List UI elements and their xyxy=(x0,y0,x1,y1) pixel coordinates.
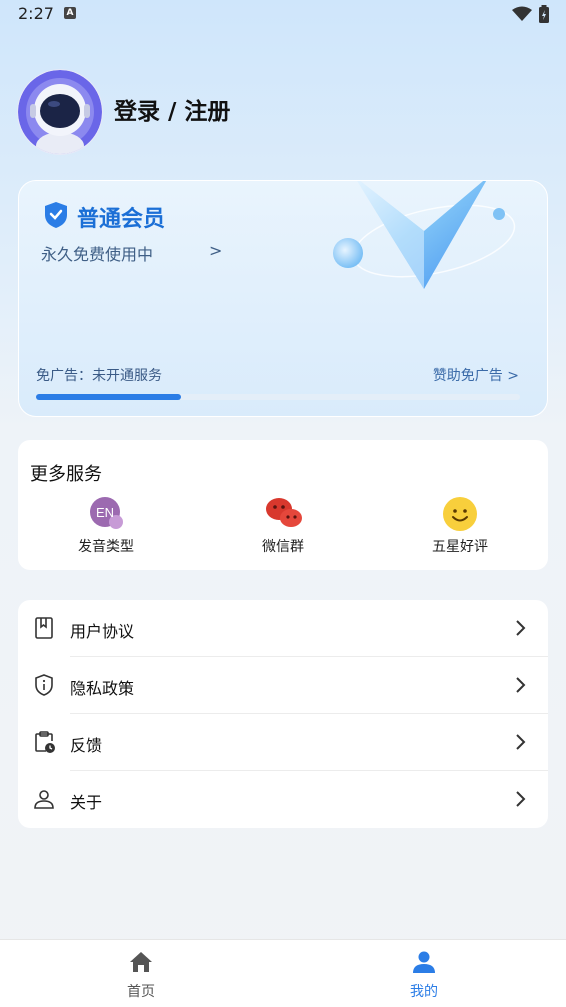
progress-fill xyxy=(36,394,182,400)
profile-header[interactable]: 登录 / 注册 xyxy=(18,70,558,156)
service-label: 发音类型 xyxy=(78,539,134,555)
membership-card[interactable]: 普通会员 永久免费使用中 > 免广告：未开通服务 赞助免广告 > xyxy=(18,180,548,417)
person-outline-icon xyxy=(34,790,54,809)
service-five-star-rating[interactable]: 五星好评 xyxy=(400,496,520,556)
login-register-link[interactable]: 登录 / 注册 xyxy=(114,92,230,126)
menu-user-agreement[interactable]: 用户协议 xyxy=(18,600,548,657)
wechat-chat-icon xyxy=(265,496,302,532)
vip-shield-icon xyxy=(45,202,67,228)
pronunciation-en-icon: EN xyxy=(88,496,124,532)
service-label: 五星好评 xyxy=(432,539,488,555)
wifi-icon xyxy=(512,6,532,21)
menu-privacy-policy[interactable]: 隐私政策 xyxy=(18,657,548,714)
menu-label: 用户协议 xyxy=(70,622,135,641)
tab-label: 我的 xyxy=(410,984,438,1000)
sponsor-ad-free-link[interactable]: 赞助免广告 > xyxy=(433,365,519,385)
v-logo-decoration-icon xyxy=(333,181,516,289)
home-icon xyxy=(130,952,152,972)
bookmark-book-icon xyxy=(35,617,53,639)
more-services-card: 更多服务 EN 发音类型 微信群 五星好评 xyxy=(18,440,548,570)
services-title: 更多服务 xyxy=(30,464,102,485)
shield-info-icon xyxy=(35,674,53,696)
astronaut-avatar[interactable] xyxy=(18,70,102,154)
menu-label: 关于 xyxy=(70,793,103,812)
chevron-right-icon xyxy=(516,677,526,693)
chevron-right-icon xyxy=(516,791,526,807)
chevron-right-icon xyxy=(516,734,526,750)
menu-feedback[interactable]: 反馈 xyxy=(18,714,548,771)
clipboard-clock-icon xyxy=(35,731,55,753)
status-time: 2:27 xyxy=(18,4,54,23)
tab-label: 首页 xyxy=(127,984,155,1000)
membership-status[interactable]: 永久免费使用中 xyxy=(41,241,153,265)
service-wechat-group[interactable]: 微信群 xyxy=(223,496,343,556)
chevron-right-icon xyxy=(516,620,526,636)
tab-home[interactable]: 首页 xyxy=(81,950,201,1001)
service-pronunciation[interactable]: EN 发音类型 xyxy=(46,496,166,556)
notification-a-icon: A xyxy=(64,7,76,19)
status-bar: 2:27 A xyxy=(0,0,566,30)
bottom-tab-bar: 首页 我的 xyxy=(0,939,566,1007)
ad-free-progress-bar xyxy=(36,394,520,400)
membership-level-title: 普通会员 xyxy=(77,207,166,232)
chevron-right-icon[interactable]: > xyxy=(209,241,222,260)
menu-label: 反馈 xyxy=(70,736,103,755)
menu-label: 隐私政策 xyxy=(70,679,135,698)
svg-text:EN: EN xyxy=(96,505,114,520)
battery-icon xyxy=(539,5,549,23)
tab-mine[interactable]: 我的 xyxy=(364,950,484,1001)
menu-about[interactable]: 关于 xyxy=(18,771,548,828)
ad-free-status: 免广告：未开通服务 xyxy=(36,368,162,384)
settings-menu: 用户协议 隐私政策 反馈 关于 xyxy=(18,600,548,828)
smiley-face-icon xyxy=(442,496,478,532)
person-icon xyxy=(413,951,435,973)
service-label: 微信群 xyxy=(262,539,304,555)
